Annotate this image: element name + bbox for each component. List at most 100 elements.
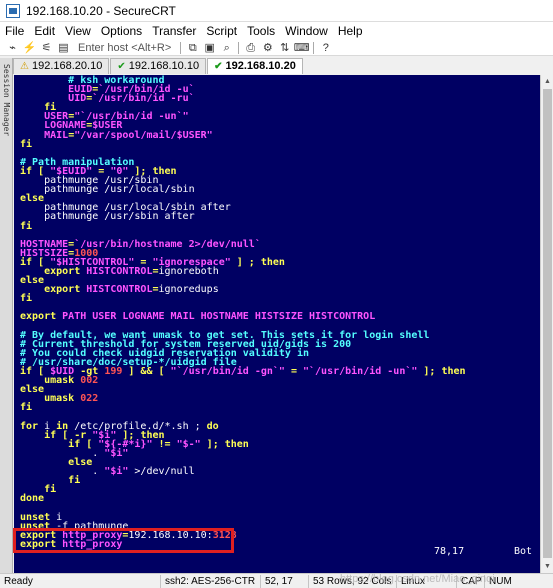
menu-tools[interactable]: Tools [242,22,280,40]
menu-edit[interactable]: Edit [29,22,60,40]
terminal-text: != [152,438,177,450]
terminal-line: MAIL="/var/spool/mail/$USER" [20,129,540,141]
session-icon[interactable]: ▤ [55,40,72,56]
vim-scroll-position: Bot [514,546,533,557]
quick-connect-field[interactable]: Enter host <Alt+R> [72,40,177,56]
terminal-text: ] ; then [230,256,285,268]
terminal-line: pathmunge /usr/sbin after [20,211,540,223]
terminal-line: UID=`/usr/bin/id -ru` [20,94,540,104]
tab-label: 192.168.10.10 [128,60,200,72]
status-cursor: 52, 17 [260,574,308,588]
vim-cursor-position: 78,17 [434,546,465,557]
checkmark-icon: ✔ [117,60,126,72]
terminal-text: fi [44,484,57,496]
menu-script[interactable]: Script [201,22,242,40]
terminal-line: fi [20,138,540,150]
terminal-text: fi [20,293,33,305]
sftp-icon[interactable]: ⇅ [276,40,293,56]
terminal-line: fi [20,293,540,305]
terminal-text: HISTCONTROL [86,265,153,277]
paste-icon[interactable]: ▣ [201,40,218,56]
terminal-line: . "$i" >/dev/null [20,466,540,478]
terminal-line: export PATH USER LOGNAME MAIL HOSTNAME H… [20,311,540,323]
terminal-text: export [44,284,87,296]
terminal-text: export [44,265,87,277]
tab-label: 192.168.10.20 [225,60,296,72]
terminal-text: pathmunge /usr/sbin after [20,211,195,223]
toolbar-separator [313,41,315,54]
terminal-text: ignoreboth [158,265,219,277]
menu-help[interactable]: Help [333,22,368,40]
terminal-text: "$i" [104,447,129,459]
securecrt-app-icon [6,3,20,18]
connect-icon[interactable]: ⌁ [4,40,21,56]
terminal-text: 022 [80,393,99,405]
warning-icon: ⚠ [20,60,29,72]
toolbar: ⌁ ⚡ ⚟ ▤ Enter host <Alt+R> ⧉ ▣ ⌕ ⎙ ⚙ ⇅ ⌨… [0,40,553,56]
terminal-text: 002 [80,375,99,387]
session-manager-strip[interactable]: Session Manager [0,58,13,573]
menu-file[interactable]: File [0,22,29,40]
terminal-line: pathmunge /usr/local/sbin [20,184,540,196]
terminal-text: ]; then [417,366,466,377]
keymap-icon[interactable]: ⌨ [293,40,310,56]
print-icon[interactable]: ⎙ [242,40,259,56]
terminal-line: fi [20,484,540,496]
terminal-text: fi [20,220,33,232]
title-bar: 192.168.10.20 - SecureCRT [0,0,553,22]
terminal-line: fi [20,220,540,232]
terminal-text: pathmunge /usr/local/sbin [20,184,195,196]
terminal-scrollbar[interactable]: ▲ ▼ [540,75,553,573]
find-icon[interactable]: ⌕ [218,40,235,56]
menu-transfer[interactable]: Transfer [147,22,201,40]
scroll-up-arrow-icon[interactable]: ▲ [541,75,553,88]
terminal-text: 199 [104,366,123,377]
toolbar-separator [180,41,182,54]
toolbar-separator [238,41,240,54]
terminal-text: umask [44,375,81,387]
status-ssh-cipher: ssh2: AES-256-CTR [160,574,260,588]
terminal-text: export [20,311,63,323]
scroll-down-arrow-icon[interactable]: ▼ [541,560,553,573]
terminal-line: export HISTCONTROL=ignoreboth [20,265,540,277]
scrollbar-thumb[interactable] [543,89,552,558]
terminal-text: >/dev/null [128,466,195,478]
terminal-text: "`/usr/bin/id -un`" [303,366,418,377]
checkmark-icon: ✔ [214,60,223,72]
tab-session[interactable]: ✔ 192.168.10.10 [110,58,207,74]
reconnect-icon[interactable]: ⚡ [21,40,38,56]
copy-icon[interactable]: ⧉ [184,40,201,56]
menu-options[interactable]: Options [96,22,147,40]
disconnect-icon[interactable]: ⚟ [38,40,55,56]
watermark-text: https://blog.csdn.net/Miao_qinqi [340,573,495,585]
help-icon[interactable]: ? [317,40,334,56]
tab-session[interactable]: ⚠ 192.168.20.10 [13,58,110,74]
menu-window[interactable]: Window [280,22,333,40]
tab-session[interactable]: ✔ 192.168.10.20 [207,58,303,74]
status-ready: Ready [4,575,33,587]
terminal-line: umask 002 [20,375,540,387]
terminal-line: fi [20,402,540,414]
terminal-text: do [206,420,219,432]
terminal-text: ] && [ [122,366,171,377]
settings-icon[interactable]: ⚙ [259,40,276,56]
terminal-text: ignoredups [158,284,219,296]
terminal-text: fi [20,402,33,414]
terminal-text: "$i" [104,466,129,478]
menu-view[interactable]: View [60,22,96,40]
terminal-line: export HISTCONTROL=ignoredups [20,284,540,296]
terminal-text: MAIL [44,129,69,141]
terminal-text: fi [20,138,33,150]
terminal-text: done [20,493,45,505]
terminal-text: "$-" [176,438,201,450]
terminal-text: HISTCONTROL [86,284,153,296]
terminal-text: fi [68,475,81,487]
terminal-text: umask [44,393,81,405]
terminal-screen[interactable]: # ksh workaround EUID=`/usr/bin/id -u` U… [14,75,540,573]
terminal-line: umask 022 [20,393,540,405]
terminal-line: done [20,493,540,505]
terminal-text: "/var/spool/mail/$USER" [74,129,213,141]
terminal-text: `/usr/bin/hostname 2>/dev/null` [74,238,261,250]
terminal-line: fi [20,475,540,487]
